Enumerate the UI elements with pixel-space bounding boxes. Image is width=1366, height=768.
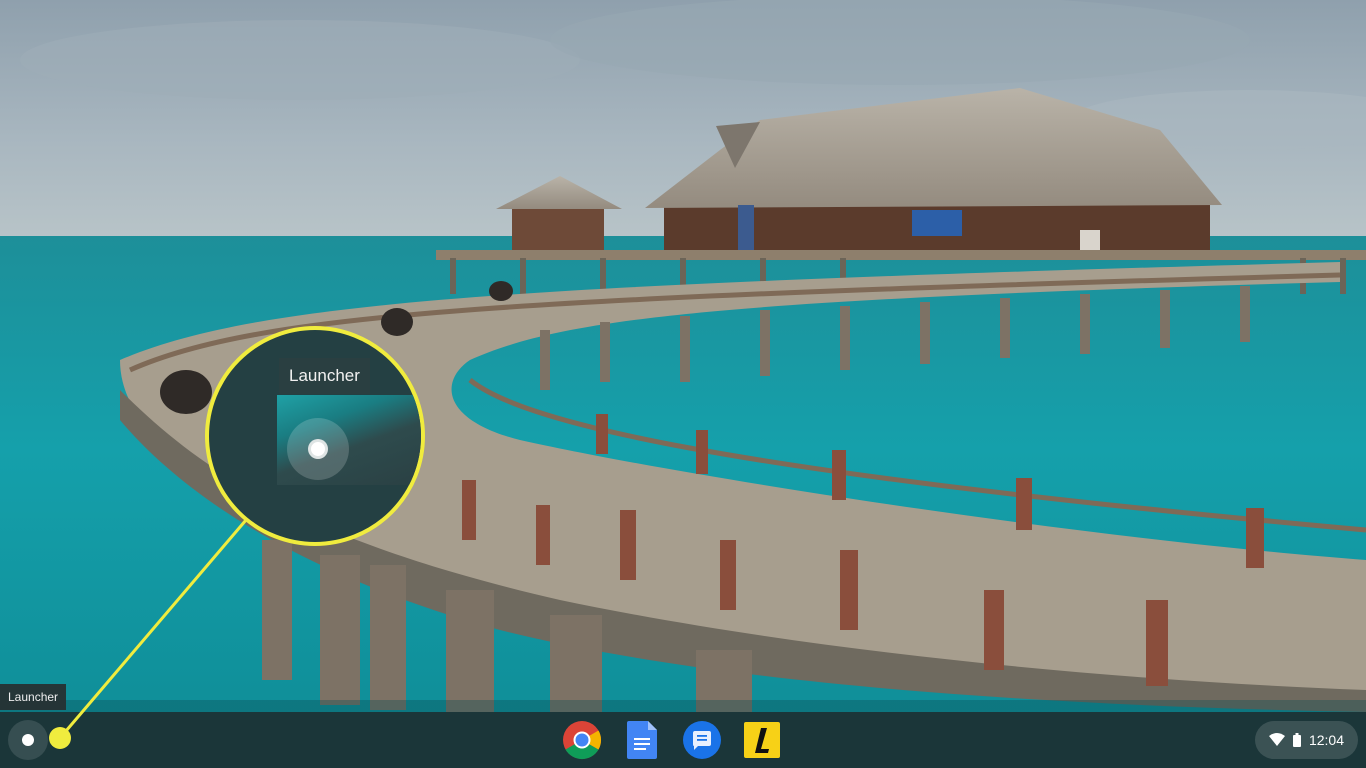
pinned-apps <box>560 720 784 760</box>
callout-launcher-icon <box>308 439 328 459</box>
clock-time: 12:04 <box>1308 732 1344 748</box>
messages-icon <box>683 721 721 759</box>
chrome-icon <box>563 721 602 760</box>
callout-magnifier: Launcher <box>205 326 425 546</box>
battery-icon <box>1292 733 1301 747</box>
docs-icon <box>627 721 657 759</box>
status-tray[interactable]: 12:04 <box>1254 721 1358 759</box>
wallpaper <box>0 0 1366 768</box>
launcher-tooltip: Launcher <box>0 684 67 710</box>
wallpaper-scene <box>0 0 1366 768</box>
l-app-icon <box>744 722 780 758</box>
wifi-icon <box>1268 733 1285 746</box>
callout-launcher-tooltip: Launcher <box>279 358 370 394</box>
shelf: 12:04 <box>0 712 1366 768</box>
launcher-button[interactable] <box>8 720 48 760</box>
chrome-app[interactable] <box>560 720 604 760</box>
launcher-icon <box>22 734 34 746</box>
messages-app[interactable] <box>680 720 724 760</box>
docs-app[interactable] <box>620 720 664 760</box>
l-app[interactable] <box>740 720 784 760</box>
callout-launcher-button <box>287 418 349 480</box>
